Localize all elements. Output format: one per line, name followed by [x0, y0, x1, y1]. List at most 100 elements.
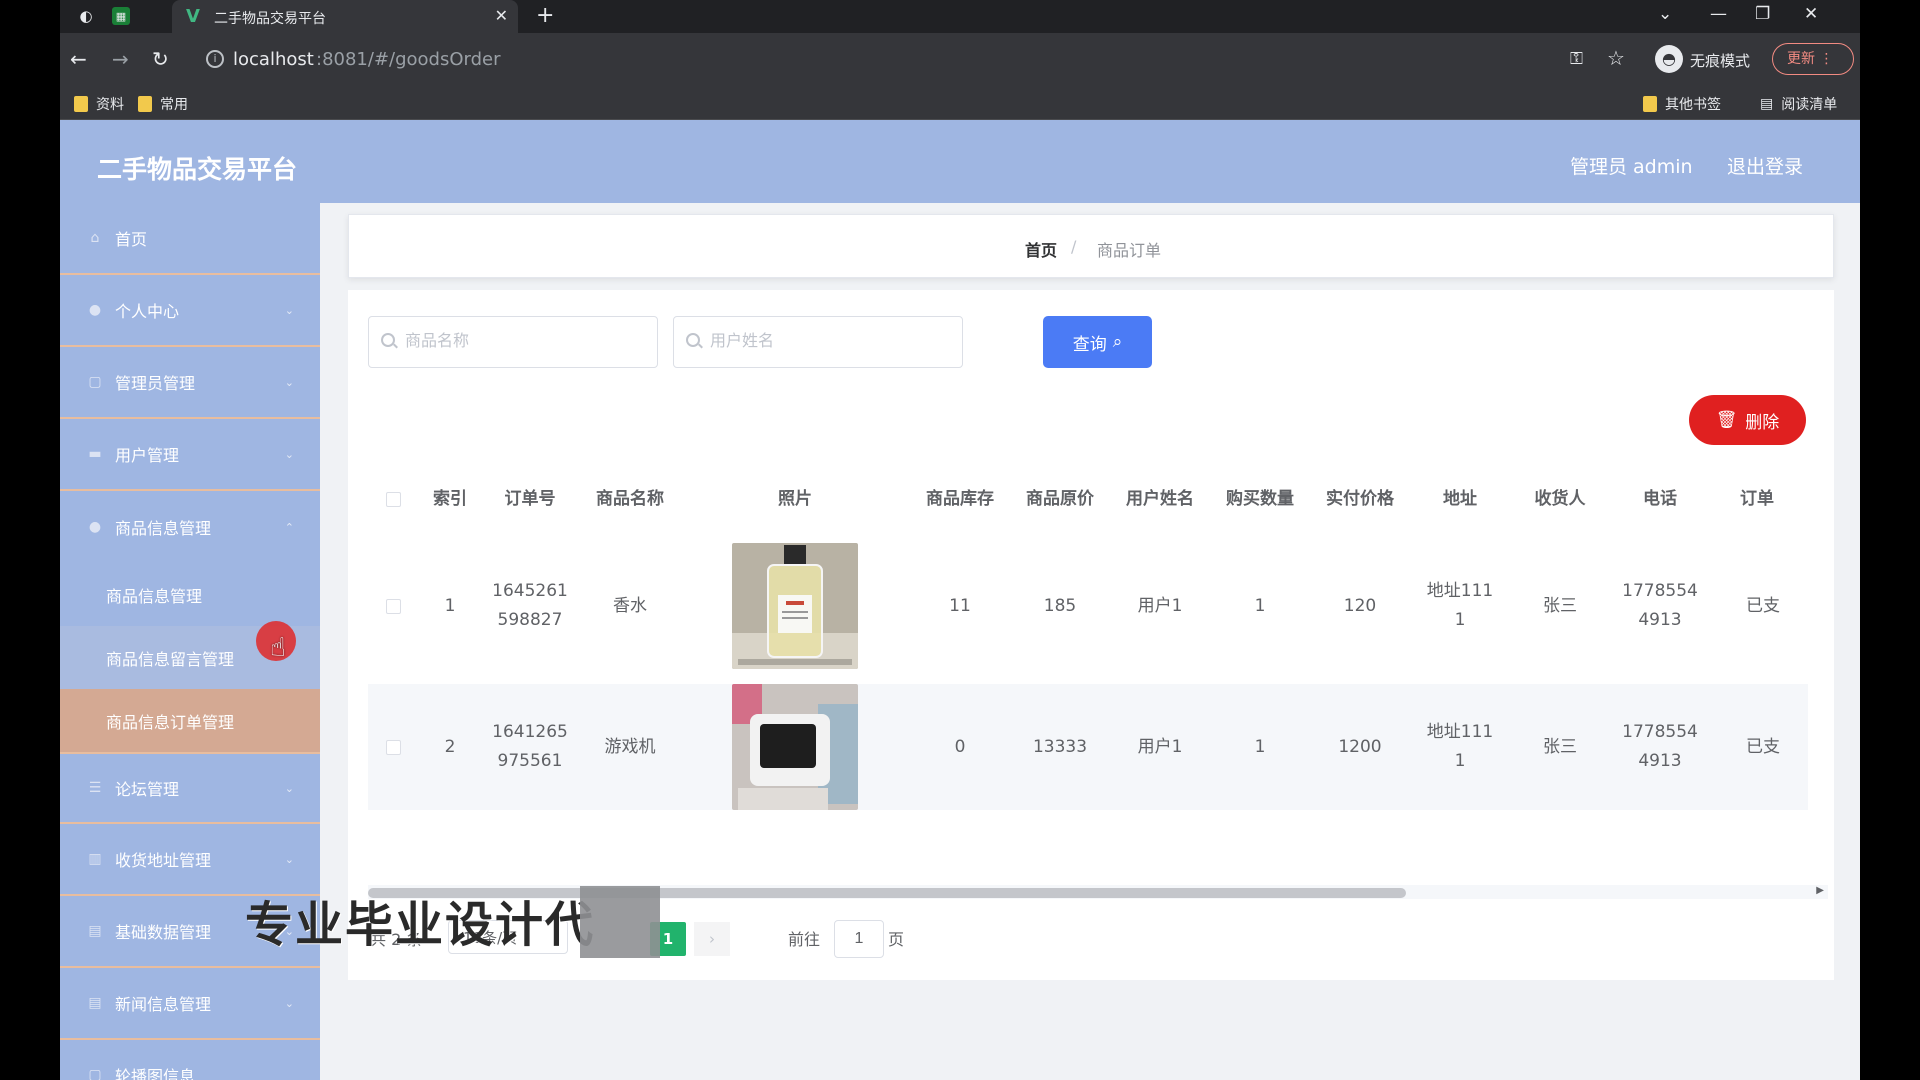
- sidebar-item-users[interactable]: ▬ 用户管理 ⌄: [60, 419, 320, 491]
- cell-phone: 17785544913: [1610, 528, 1710, 684]
- cell-stock: 0: [954, 736, 966, 757]
- select-all-cell[interactable]: [378, 470, 408, 528]
- bookmark-folder[interactable]: 常用: [138, 94, 188, 114]
- chevron-down-icon: ⌄: [284, 303, 294, 317]
- update-button[interactable]: 更新 ⋮: [1772, 43, 1854, 75]
- sidebar-item-carousel[interactable]: ▢ 轮播图信息: [60, 1040, 320, 1080]
- game-console-photo[interactable]: [732, 684, 858, 810]
- incognito-icon[interactable]: ◓: [1655, 45, 1683, 73]
- column-header: 收货人: [1534, 488, 1586, 509]
- cell-quantity: 1: [1254, 595, 1266, 616]
- sidebar-item-label: 首页: [115, 230, 148, 249]
- star-icon[interactable]: ☆: [1607, 46, 1625, 70]
- row-checkbox[interactable]: [385, 598, 401, 614]
- sidebar-item-profile[interactable]: ● 个人中心 ⌄: [60, 275, 320, 347]
- cell-goods-name: 香水: [613, 595, 647, 616]
- column-header: 订单号: [504, 488, 556, 509]
- select-all-checkbox[interactable]: [385, 491, 401, 507]
- cell-original-price: 13333: [1032, 736, 1088, 757]
- new-tab-icon[interactable]: +: [536, 3, 554, 28]
- sidebar-item-forum[interactable]: ☰ 论坛管理 ⌄: [60, 752, 320, 824]
- reading-list[interactable]: ▤ 阅读清单: [1760, 94, 1837, 114]
- page-unit: 页: [888, 930, 905, 949]
- sidebar-item-label: 新闻信息管理: [115, 995, 212, 1014]
- bookmark-folder[interactable]: 资料: [74, 94, 124, 114]
- table-row[interactable]: 2 1641265975561 游戏机 0 13333 用户1 1 1200 地…: [368, 684, 1808, 810]
- sidebar-item-label: 论坛管理: [115, 780, 180, 799]
- active-tab[interactable]: V 二手物品交易平台 ✕: [172, 0, 518, 33]
- perfume-photo[interactable]: [732, 543, 858, 669]
- sidebar-item-admin[interactable]: ▢ 管理员管理 ⌄: [60, 347, 320, 419]
- phone-text: 17785544913: [1622, 581, 1698, 630]
- folder-icon: [1643, 96, 1657, 112]
- submenu-label: 商品信息管理: [106, 586, 203, 606]
- admin-icon: ▢: [88, 374, 102, 390]
- user-name-input[interactable]: [710, 329, 950, 355]
- sidebar-item-label: 用户管理: [115, 446, 180, 465]
- reload-icon[interactable]: ↻: [152, 47, 169, 71]
- url-host[interactable]: localhost: [233, 49, 314, 70]
- breadcrumb-home[interactable]: 首页: [1025, 237, 1057, 261]
- chevron-down-icon: ⌄: [284, 996, 294, 1010]
- submenu-label: 商品信息留言管理: [106, 649, 235, 669]
- delete-button[interactable]: 🗑 删除: [1689, 395, 1806, 445]
- close-icon[interactable]: ✕: [495, 6, 508, 25]
- browser-menu-icon[interactable]: ◐: [75, 5, 97, 27]
- chevron-down-icon[interactable]: ⌄: [1658, 4, 1672, 24]
- goods-name-search[interactable]: [368, 316, 658, 368]
- table-row[interactable]: 1 1645261598827 香水 11 185 用户1 1 120 地址11…: [368, 528, 1808, 684]
- next-page-icon[interactable]: ›: [694, 922, 730, 956]
- key-icon[interactable]: ⚿: [1570, 49, 1583, 69]
- chevron-down-icon: ⌄: [284, 375, 294, 389]
- goods-icon: ●: [88, 519, 102, 535]
- window-close-icon[interactable]: ✕: [1804, 4, 1818, 24]
- sidebar-item-goods[interactable]: ● 商品信息管理 ⌃: [60, 491, 320, 563]
- phone-text: 17785544913: [1622, 722, 1698, 771]
- goto-page-input[interactable]: [834, 920, 884, 958]
- back-icon[interactable]: ←: [70, 47, 87, 71]
- minimize-icon[interactable]: —: [1710, 4, 1727, 24]
- chart-icon: ▥: [88, 851, 102, 867]
- user-name-search[interactable]: [673, 316, 963, 368]
- cell-receiver: 张三: [1543, 736, 1577, 757]
- goods-name-input[interactable]: [405, 329, 645, 355]
- order-no-text: 1645261598827: [492, 581, 568, 630]
- breadcrumb-current: 商品订单: [1097, 241, 1162, 260]
- url-path[interactable]: :8081/#/goodsOrder: [316, 49, 501, 70]
- address-toolbar: ← → ↻ i localhost :8081/#/goodsOrder ⚿ ☆…: [60, 33, 1860, 87]
- row-select-cell[interactable]: [378, 684, 408, 810]
- query-button[interactable]: 查询 ⌕: [1043, 316, 1152, 368]
- submenu-goods-orders[interactable]: 商品信息订单管理: [60, 689, 320, 752]
- info-icon[interactable]: i: [206, 50, 224, 68]
- sidebar-item-label: 轮播图信息: [115, 1067, 196, 1080]
- sidebar-item-home[interactable]: ⌂ 首页: [60, 203, 320, 275]
- cell-quantity: 1: [1254, 736, 1266, 757]
- cell-index: 1: [444, 595, 456, 616]
- forward-icon[interactable]: →: [112, 47, 129, 71]
- spreadsheet-favicon-icon[interactable]: ▦: [112, 7, 130, 25]
- user-icon: ●: [88, 302, 102, 318]
- logout-link[interactable]: 退出登录: [1727, 152, 1803, 179]
- cell-address: 地址1111: [1410, 684, 1510, 810]
- trash-icon: 🗑: [1715, 410, 1738, 429]
- address-text: 地址1111: [1426, 722, 1494, 771]
- cell-receiver: 张三: [1543, 595, 1577, 616]
- carousel-icon: ▢: [88, 1067, 102, 1080]
- breadcrumb: 首页 / 商品订单: [348, 214, 1834, 278]
- row-checkbox[interactable]: [385, 739, 401, 755]
- tab-title: 二手物品交易平台: [214, 11, 326, 27]
- update-label: 更新: [1787, 51, 1815, 67]
- bookmark-label: 其他书签: [1665, 97, 1721, 113]
- users-icon: ▬: [88, 446, 102, 462]
- other-bookmarks[interactable]: 其他书签: [1643, 94, 1721, 114]
- column-header: 实付价格: [1326, 488, 1394, 509]
- breadcrumb-separator: /: [1071, 237, 1077, 256]
- cell-photo: [680, 528, 910, 684]
- delete-label: 删除: [1745, 412, 1780, 432]
- sidebar-item-news[interactable]: ▤ 新闻信息管理 ⌄: [60, 968, 320, 1040]
- scroll-right-icon[interactable]: ▶: [1816, 885, 1824, 896]
- submenu-goods-info[interactable]: 商品信息管理: [60, 563, 320, 626]
- row-select-cell[interactable]: [378, 528, 408, 684]
- restore-icon[interactable]: ❐: [1755, 4, 1770, 24]
- chevron-down-icon: ⌄: [284, 852, 294, 866]
